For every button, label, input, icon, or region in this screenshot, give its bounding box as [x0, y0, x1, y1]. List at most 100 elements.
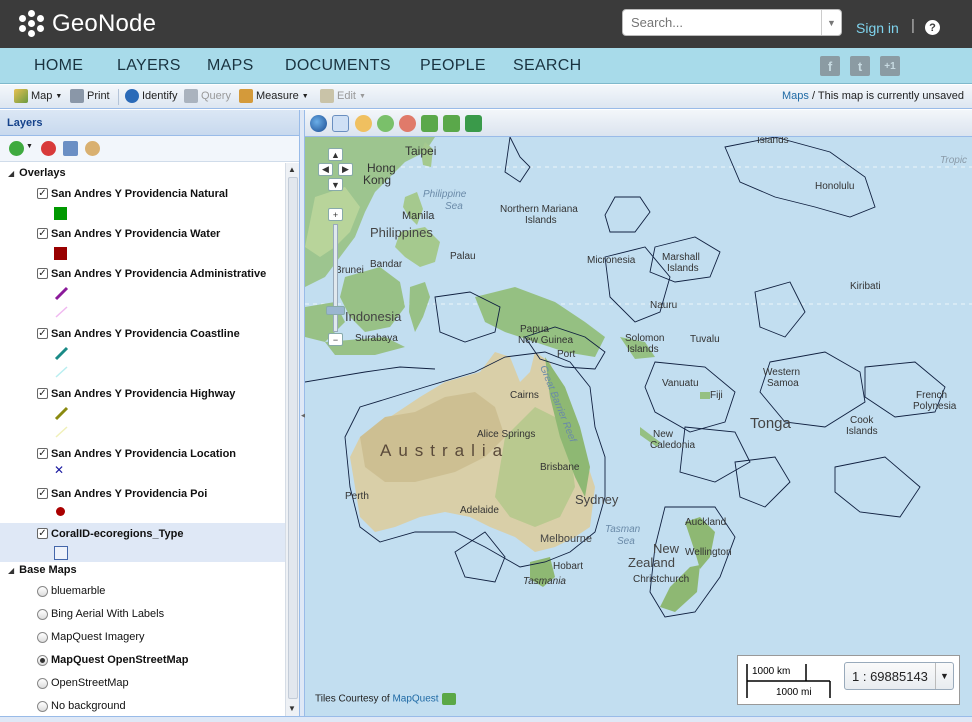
base-map-item[interactable]: MapQuest Imagery	[0, 626, 285, 649]
base-map-name[interactable]: bluemarble	[51, 585, 105, 597]
base-maps-group[interactable]: ◢ Base Maps	[8, 564, 77, 576]
caret-down-icon[interactable]: ▼	[26, 143, 33, 150]
base-map-item[interactable]: MapQuest OpenStreetMap	[0, 649, 285, 672]
base-map-name[interactable]: MapQuest Imagery	[51, 631, 145, 643]
layer-name[interactable]: San Andres Y Providencia Natural	[51, 188, 228, 200]
pan-down-icon[interactable]: ▼	[328, 178, 343, 191]
base-map-item[interactable]: OpenStreetMap	[0, 672, 285, 695]
layer-item[interactable]: ✓ San Andres Y Providencia Highway	[0, 383, 285, 443]
maps-link[interactable]: Maps	[782, 90, 809, 102]
forward-arrow-icon[interactable]	[443, 115, 460, 132]
back-arrow-icon[interactable]	[421, 115, 438, 132]
nav-maps[interactable]: MAPS	[207, 57, 254, 75]
layer-visibility-checkbox[interactable]: ✓	[37, 488, 48, 499]
base-map-name[interactable]: OpenStreetMap	[51, 677, 129, 689]
print-button[interactable]: Print	[70, 89, 110, 103]
chevron-down-icon[interactable]: ▼	[935, 663, 953, 689]
remove-layer-icon[interactable]	[41, 141, 56, 156]
layer-item[interactable]: ✓ San Andres Y Providencia Coastline	[0, 323, 285, 383]
base-map-radio[interactable]	[37, 678, 48, 689]
layer-name[interactable]: San Andres Y Providencia Coastline	[51, 328, 240, 340]
nav-people[interactable]: PEOPLE	[420, 57, 486, 75]
nav-documents[interactable]: DOCUMENTS	[285, 57, 391, 75]
search-input[interactable]	[623, 10, 819, 35]
query-button[interactable]: Query	[184, 89, 231, 103]
layer-item-selected[interactable]: ✓ CoralID-ecoregions_Type	[0, 523, 285, 562]
twitter-icon[interactable]: t	[850, 56, 870, 76]
zoom-slider-track[interactable]	[333, 224, 338, 332]
zoom-in-icon[interactable]	[377, 115, 394, 132]
nav-search[interactable]: SEARCH	[513, 57, 581, 75]
layer-visibility-checkbox[interactable]: ✓	[37, 328, 48, 339]
layer-item[interactable]: ✓ San Andres Y Providencia Natural	[0, 183, 285, 223]
search-dropdown-icon[interactable]: ▼	[821, 10, 841, 35]
base-map-item[interactable]: bluemarble	[0, 580, 285, 603]
pan-up-icon[interactable]: ▲	[328, 148, 343, 161]
layer-item[interactable]: ✓ San Andres Y Providencia Administrativ…	[0, 263, 285, 323]
layer-visibility-checkbox[interactable]: ✓	[37, 268, 48, 279]
base-map-radio[interactable]	[37, 632, 48, 643]
layer-visibility-checkbox[interactable]: ✓	[37, 448, 48, 459]
facebook-icon[interactable]: f	[820, 56, 840, 76]
zoom-out-button[interactable]: −	[328, 333, 343, 346]
layer-visibility-checkbox[interactable]: ✓	[37, 528, 48, 539]
zoom-in-button[interactable]: +	[328, 208, 343, 221]
sign-in-link[interactable]: Sign in	[856, 20, 899, 36]
scrollbar-thumb[interactable]	[288, 177, 298, 699]
nav-home[interactable]: HOME	[34, 57, 83, 75]
identify-button[interactable]: Identify	[125, 89, 177, 103]
map-label-brunei: Brunei	[335, 265, 364, 276]
layer-item[interactable]: ✓ San Andres Y Providencia Poi	[0, 483, 285, 523]
base-map-name[interactable]: Bing Aerial With Labels	[51, 608, 164, 620]
overlays-group[interactable]: ◢ Overlays	[8, 167, 66, 179]
nav-layers[interactable]: LAYERS	[117, 57, 181, 75]
layer-name[interactable]: San Andres Y Providencia Highway	[51, 388, 235, 400]
layer-name[interactable]: San Andres Y Providencia Poi	[51, 488, 207, 500]
google-plus-icon[interactable]: +1	[880, 56, 900, 76]
base-map-radio[interactable]	[37, 586, 48, 597]
base-map-name[interactable]: No background	[51, 700, 126, 712]
map-label-indonesia: Indonesia	[345, 309, 402, 324]
globe-icon[interactable]	[310, 115, 327, 132]
layer-visibility-checkbox[interactable]: ✓	[37, 188, 48, 199]
layer-visibility-checkbox[interactable]: ✓	[37, 388, 48, 399]
layer-name[interactable]: San Andres Y Providencia Water	[51, 228, 220, 240]
zoom-slider-handle[interactable]	[326, 306, 345, 315]
base-map-name[interactable]: MapQuest OpenStreetMap	[51, 654, 189, 666]
help-icon[interactable]: ?	[925, 20, 940, 35]
layer-name[interactable]: CoralID-ecoregions_Type	[51, 528, 183, 540]
map-label-hong-kong: Hong Kong	[363, 161, 396, 187]
scroll-up-icon[interactable]: ▲	[288, 165, 296, 174]
measure-menu-button[interactable]: Measure ▼	[239, 89, 309, 103]
layer-tree-scrollbar[interactable]: ▲ ▼	[285, 163, 299, 716]
layer-item[interactable]: ✓ San Andres Y Providencia Water	[0, 223, 285, 263]
zoom-box-icon[interactable]	[355, 115, 372, 132]
layer-visibility-checkbox[interactable]: ✓	[37, 228, 48, 239]
layer-item[interactable]: ✓ San Andres Y Providencia Location ✕	[0, 443, 285, 483]
base-map-radio[interactable]	[37, 701, 48, 712]
add-layer-icon[interactable]	[9, 141, 24, 156]
brand-logo[interactable]: GeoNode	[18, 10, 156, 38]
zoom-out-icon[interactable]	[399, 115, 416, 132]
layer-name[interactable]: San Andres Y Providencia Administrative	[51, 268, 266, 280]
base-map-item[interactable]: No background	[0, 695, 285, 716]
map-menu-button[interactable]: Map ▼	[14, 89, 62, 103]
edit-menu-button[interactable]: Edit ▼	[320, 89, 366, 103]
map-canvas[interactable]: Taipei Hong Kong Philippine Sea Manila Phi…	[305, 137, 972, 716]
base-map-radio-selected[interactable]	[37, 655, 48, 666]
scale-select[interactable]: 1 : 69885143 ▼	[844, 662, 954, 690]
map-label-auckland: Auckland	[685, 517, 726, 528]
layer-styles-icon[interactable]	[85, 141, 100, 156]
base-map-item[interactable]: Bing Aerial With Labels	[0, 603, 285, 626]
mapquest-link[interactable]: MapQuest	[392, 694, 438, 705]
pan-right-icon[interactable]: ▶	[338, 163, 353, 176]
pan-left-icon[interactable]: ◀	[318, 163, 333, 176]
pan-icon[interactable]	[332, 115, 349, 132]
base-map-radio[interactable]	[37, 609, 48, 620]
layer-name[interactable]: San Andres Y Providencia Location	[51, 448, 236, 460]
scroll-down-icon[interactable]: ▼	[288, 704, 296, 713]
layer-properties-icon[interactable]	[63, 141, 78, 156]
map-viewport[interactable]: Taipei Hong Kong Philippine Sea Manila Phi…	[305, 110, 972, 716]
bottom-splitter[interactable]	[0, 716, 972, 722]
zoom-extent-icon[interactable]	[465, 115, 482, 132]
